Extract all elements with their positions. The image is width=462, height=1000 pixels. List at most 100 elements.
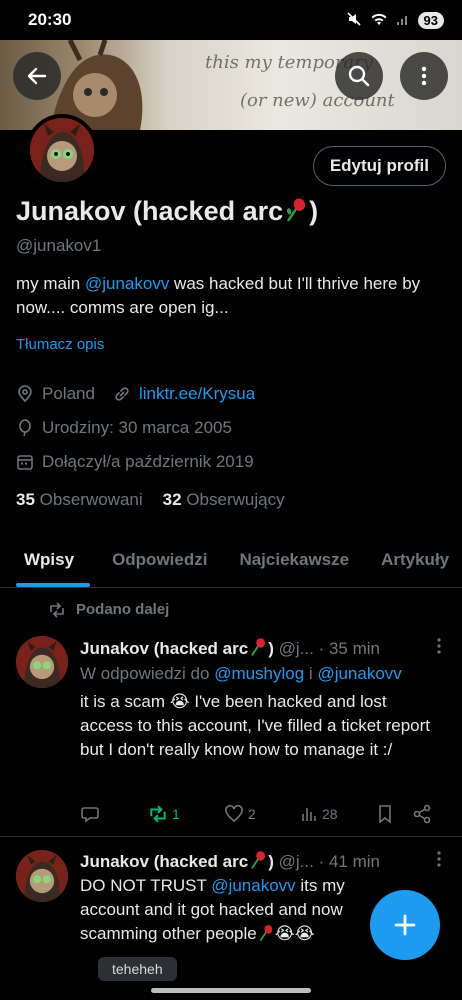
- arrow-left-icon: [27, 67, 47, 85]
- signal-icon: [396, 12, 410, 29]
- tweet-emoji-end: 😭😭: [274, 924, 315, 943]
- rose-emoji: [251, 638, 266, 656]
- tweet-text: it is a scam 😭 I've been hacked and lost…: [80, 692, 431, 759]
- rose-emoji: [287, 198, 306, 222]
- status-icons: 93: [346, 11, 444, 30]
- tweet-time: · 35 min: [318, 639, 380, 658]
- tweet-text: DO NOT TRUST @junakovv its my account an…: [80, 874, 370, 946]
- following-count: 35: [16, 490, 35, 509]
- tweet-more-button[interactable]: [436, 637, 442, 660]
- tweet-author-name[interactable]: Junakov (hacked arc: [80, 639, 248, 658]
- compose-post-button[interactable]: [370, 890, 440, 960]
- following-link[interactable]: 35 Obserwowani: [16, 490, 143, 510]
- reply-button[interactable]: [80, 804, 148, 824]
- avatar-artwork: [16, 850, 68, 902]
- location-pin-icon: [18, 385, 32, 403]
- views-count: 28: [322, 806, 338, 822]
- profile-name-suffix: ): [309, 196, 319, 226]
- back-button[interactable]: [13, 52, 61, 100]
- search-icon: [348, 65, 370, 87]
- repost-label: Podano dalej: [76, 601, 170, 618]
- avatar-artwork: [30, 118, 94, 182]
- reply-prefix: W odpowiedzi do: [80, 664, 215, 683]
- profile-joined: Dołączył/a październik 2019: [42, 452, 254, 471]
- tweet-author-name[interactable]: Junakov (hacked arc: [80, 852, 248, 871]
- profile-meta-location-row: Poland linktr.ee/Krysua: [16, 384, 255, 404]
- retweet-count: 1: [172, 806, 180, 822]
- profile-meta-birthday-row: Urodziny: 30 marca 2005: [16, 418, 232, 438]
- tab-articles[interactable]: Artykuły: [365, 536, 462, 587]
- tweet-avatar[interactable]: [16, 636, 68, 688]
- like-button[interactable]: 2: [224, 805, 300, 823]
- tweet-author-name-suffix: ): [268, 639, 274, 658]
- profile-name: Junakov (hacked arc): [16, 196, 318, 227]
- tab-posts[interactable]: Wpisy: [0, 536, 96, 587]
- rose-emoji: [251, 851, 266, 869]
- battery-indicator: 93: [417, 11, 444, 29]
- share-icon: [413, 804, 431, 824]
- retweet-button[interactable]: 1: [148, 805, 224, 823]
- bio-mention-link[interactable]: @junakovv: [85, 274, 169, 293]
- tab-highlights[interactable]: Najciekawsze: [223, 536, 365, 587]
- profile-location: Poland: [42, 384, 95, 403]
- edit-profile-button[interactable]: Edytuj profil: [312, 146, 446, 186]
- tweet-text-prefix: DO NOT TRUST: [80, 876, 212, 895]
- reply-mention-link-2[interactable]: @junakovv: [317, 664, 401, 683]
- profile-website-link[interactable]: linktr.ee/Krysua: [139, 384, 255, 404]
- followers-link[interactable]: 32 Obserwujący: [163, 490, 285, 510]
- profile-tabs: Wpisy Odpowiedzi Najciekawsze Artykuły: [0, 536, 462, 588]
- tab-replies[interactable]: Odpowiedzi: [96, 536, 223, 587]
- comment-icon: [81, 807, 99, 823]
- repost-icon: [50, 601, 64, 618]
- retweet-icon: [150, 805, 166, 823]
- balloon-icon: [19, 419, 31, 437]
- status-time: 20:30: [28, 10, 72, 29]
- profile-name-text: Junakov (hacked arc: [16, 196, 284, 226]
- heart-icon: [225, 805, 243, 823]
- bookmark-icon: [379, 805, 391, 824]
- home-indicator[interactable]: [151, 988, 311, 993]
- mute-icon: [346, 11, 362, 30]
- followers-label: Obserwujący: [186, 490, 285, 509]
- share-button[interactable]: [412, 804, 432, 824]
- tweet-divider: [0, 836, 462, 837]
- profile-avatar[interactable]: [26, 114, 98, 186]
- more-options-button[interactable]: [400, 52, 448, 100]
- following-label: Obserwowani: [39, 490, 143, 509]
- more-vertical-icon: [437, 638, 441, 654]
- bio-text: my main: [16, 274, 85, 293]
- tweet-header: Junakov (hacked arc) @j... · 35 min: [80, 637, 380, 659]
- follow-stats: 35 Obserwowani 32 Obserwujący: [16, 490, 285, 510]
- status-bar: 20:30 93: [0, 0, 462, 40]
- tweet-reply-context: W odpowiedzi do @mushylog i @junakovv: [80, 662, 440, 686]
- avatar-artwork: [16, 636, 68, 688]
- profile-handle: @junakov1: [16, 236, 102, 255]
- link-icon: [115, 387, 129, 401]
- bookmark-button[interactable]: [376, 804, 412, 824]
- profile-birthday: Urodziny: 30 marca 2005: [42, 418, 232, 437]
- more-vertical-icon: [437, 851, 441, 867]
- views-button[interactable]: 28: [300, 805, 376, 823]
- tweet-author-handle: @j...: [278, 852, 314, 871]
- repost-indicator: Podano dalej: [48, 601, 169, 618]
- reply-and: i: [304, 664, 318, 683]
- toast-message: teheheh: [98, 957, 177, 981]
- profile-meta-joined-row: Dołączył/a październik 2019: [16, 452, 254, 472]
- translate-bio-link[interactable]: Tłumacz opis: [16, 336, 104, 353]
- tweet-mention-link[interactable]: @junakovv: [211, 876, 295, 895]
- rose-emoji: [259, 925, 273, 942]
- profile-bio: my main @junakovv was hacked but I'll th…: [16, 272, 436, 320]
- tweet-time: · 41 min: [318, 852, 380, 871]
- search-button[interactable]: [335, 52, 383, 100]
- tweet-actions: 1 2 28: [80, 800, 442, 828]
- tweet-author-handle: @j...: [278, 639, 314, 658]
- views-chart-icon: [302, 808, 316, 821]
- reply-mention-link[interactable]: @mushylog: [214, 664, 304, 683]
- more-vertical-icon: [421, 66, 427, 86]
- like-count: 2: [248, 806, 256, 822]
- tweet-more-button[interactable]: [436, 850, 442, 873]
- tweet-avatar[interactable]: [16, 850, 68, 902]
- tweet-author-name-suffix: ): [268, 852, 274, 871]
- followers-count: 32: [162, 490, 182, 509]
- calendar-icon: [17, 455, 33, 470]
